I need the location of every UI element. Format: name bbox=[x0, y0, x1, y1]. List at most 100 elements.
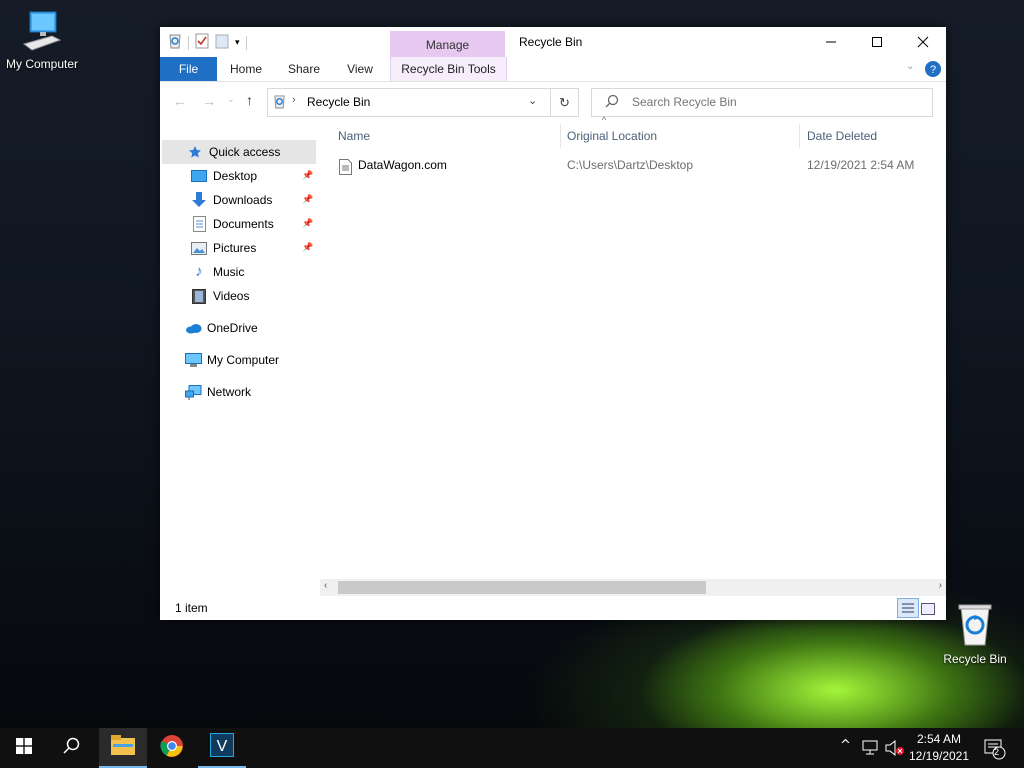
column-header-original-location[interactable]: Original Location bbox=[567, 121, 797, 151]
column-header-date-deleted[interactable]: Date Deleted bbox=[807, 121, 937, 151]
recycle-bin-small-icon bbox=[168, 33, 182, 52]
file-row[interactable]: DataWagon.com C:\Users\Dartz\Desktop 12/… bbox=[320, 151, 946, 179]
nav-item-label: OneDrive bbox=[207, 321, 258, 335]
svg-text:V: V bbox=[217, 738, 228, 755]
network-status-icon[interactable] bbox=[862, 740, 880, 759]
file-name: DataWagon.com bbox=[358, 158, 447, 172]
minimize-button[interactable] bbox=[808, 27, 854, 57]
file-list: ^ Name Original Location Date Deleted Da… bbox=[320, 115, 946, 581]
notification-badge: 2 bbox=[994, 747, 1000, 757]
network-icon bbox=[184, 384, 202, 400]
address-dropdown-icon[interactable]: ⌄ bbox=[528, 94, 537, 107]
manage-contextual-tab[interactable]: Manage bbox=[390, 31, 505, 59]
nav-item-label: Desktop bbox=[213, 169, 258, 183]
refresh-icon: ↻ bbox=[559, 94, 570, 110]
nav-item-label: Network bbox=[207, 385, 252, 399]
nav-item-network[interactable]: Network bbox=[184, 380, 251, 404]
breadcrumb[interactable]: Recycle Bin bbox=[307, 95, 370, 109]
tab-file[interactable]: File bbox=[160, 57, 217, 81]
tab-recycle-bin-tools[interactable]: Recycle Bin Tools bbox=[390, 57, 507, 81]
scrollbar-thumb[interactable] bbox=[338, 581, 706, 594]
nav-item-onedrive[interactable]: OneDrive bbox=[184, 316, 258, 340]
new-folder-icon[interactable] bbox=[215, 33, 229, 52]
item-count: 1 item bbox=[175, 601, 208, 615]
navigation-pane: Quick access Desktop 📌 Downloads 📌 Docum… bbox=[160, 137, 318, 587]
refresh-button[interactable]: ↻ bbox=[550, 88, 579, 117]
taskbar-file-explorer[interactable] bbox=[99, 728, 147, 768]
search-input[interactable] bbox=[630, 94, 924, 110]
details-view-icon[interactable] bbox=[897, 598, 919, 618]
start-button[interactable] bbox=[0, 728, 48, 768]
cloud-icon bbox=[184, 320, 202, 336]
nav-item-label: Music bbox=[213, 265, 245, 279]
nav-item-desktop[interactable]: Desktop bbox=[190, 164, 257, 188]
folder-icon bbox=[111, 735, 135, 759]
nav-item-documents[interactable]: Documents bbox=[190, 212, 274, 236]
desktop-icon-label: My Computer bbox=[5, 57, 79, 71]
nav-item-quick-access[interactable]: Quick access bbox=[162, 140, 316, 164]
taskbar-chrome[interactable] bbox=[148, 728, 196, 768]
clock-time: 2:54 AM bbox=[916, 732, 962, 746]
scroll-right-icon[interactable]: › bbox=[939, 580, 942, 591]
nav-item-my-computer[interactable]: My Computer bbox=[184, 348, 279, 372]
tab-home[interactable]: Home bbox=[222, 57, 270, 81]
toolbar-separator bbox=[188, 35, 189, 50]
address-bar[interactable]: › Recycle Bin ⌄ bbox=[267, 88, 551, 117]
column-separator[interactable] bbox=[560, 124, 561, 148]
desktop-folder-icon bbox=[190, 168, 208, 184]
desktop-icon-label: Recycle Bin bbox=[943, 652, 1007, 666]
system-clock[interactable]: 2:54 AM 12/19/2021 bbox=[898, 731, 980, 765]
windows-logo-icon bbox=[16, 738, 32, 758]
pin-icon[interactable]: 📌 bbox=[302, 242, 313, 253]
file-original-location: C:\Users\Dartz\Desktop bbox=[567, 158, 694, 172]
desktop-icon-my-computer[interactable]: My Computer bbox=[0, 10, 84, 71]
nav-item-music[interactable]: ♪ Music bbox=[190, 260, 244, 284]
nav-item-videos[interactable]: Videos bbox=[190, 284, 249, 308]
up-icon[interactable]: ↑ bbox=[246, 92, 253, 108]
title-bar: ▾ Manage Recycle Bin bbox=[160, 27, 946, 59]
show-hidden-icons-icon[interactable]: ^ bbox=[840, 738, 851, 753]
horizontal-scrollbar[interactable]: ‹ › bbox=[320, 579, 946, 596]
navigation-bar: ← → ⌄ ↑ › Recycle Bin ⌄ ↻ bbox=[160, 85, 946, 121]
document-icon bbox=[190, 216, 208, 232]
scroll-left-icon[interactable]: ‹ bbox=[324, 580, 327, 591]
explorer-window: ▾ Manage Recycle Bin File Home Share Vie… bbox=[160, 27, 946, 620]
nav-item-label: Quick access bbox=[209, 145, 281, 159]
search-button[interactable] bbox=[48, 728, 96, 768]
maximize-button[interactable] bbox=[854, 27, 900, 57]
close-button[interactable] bbox=[900, 27, 946, 57]
music-note-icon: ♪ bbox=[195, 263, 203, 280]
pin-icon[interactable]: 📌 bbox=[302, 194, 313, 205]
search-icon bbox=[605, 94, 619, 111]
v-app-icon: V bbox=[209, 732, 235, 761]
breadcrumb-chevron-icon[interactable]: › bbox=[292, 94, 296, 106]
nav-item-pictures[interactable]: Pictures bbox=[190, 236, 256, 260]
customize-toolbar-dropdown-icon[interactable]: ▾ bbox=[235, 37, 240, 48]
search-box[interactable] bbox=[591, 88, 933, 117]
chrome-icon bbox=[160, 734, 184, 762]
tab-view[interactable]: View bbox=[336, 57, 384, 81]
file-date-deleted: 12/19/2021 2:54 AM bbox=[807, 158, 915, 172]
forward-icon[interactable]: → bbox=[202, 93, 216, 109]
window-title: Recycle Bin bbox=[519, 35, 583, 49]
monitor-icon bbox=[184, 352, 202, 368]
pin-icon[interactable]: 📌 bbox=[302, 218, 313, 229]
taskbar-app-v[interactable]: V bbox=[198, 728, 246, 768]
column-header-name[interactable]: Name bbox=[338, 121, 558, 151]
recent-locations-icon[interactable]: ⌄ bbox=[227, 94, 235, 105]
nav-item-label: Downloads bbox=[213, 193, 273, 207]
film-strip-icon bbox=[190, 288, 208, 304]
pin-icon[interactable]: 📌 bbox=[302, 170, 313, 181]
help-icon[interactable]: ? bbox=[925, 61, 941, 80]
svg-text:?: ? bbox=[930, 64, 936, 76]
properties-icon[interactable] bbox=[195, 33, 209, 52]
toolbar-separator bbox=[245, 35, 247, 50]
large-icons-view-icon[interactable] bbox=[921, 600, 935, 623]
back-icon[interactable]: ← bbox=[173, 93, 187, 109]
nav-item-downloads[interactable]: Downloads bbox=[190, 188, 272, 212]
nav-item-label: Pictures bbox=[213, 241, 257, 255]
expand-ribbon-icon[interactable]: ⌄ bbox=[906, 61, 914, 72]
tab-share[interactable]: Share bbox=[280, 57, 328, 81]
column-separator[interactable] bbox=[799, 124, 800, 148]
picture-icon bbox=[190, 240, 208, 256]
